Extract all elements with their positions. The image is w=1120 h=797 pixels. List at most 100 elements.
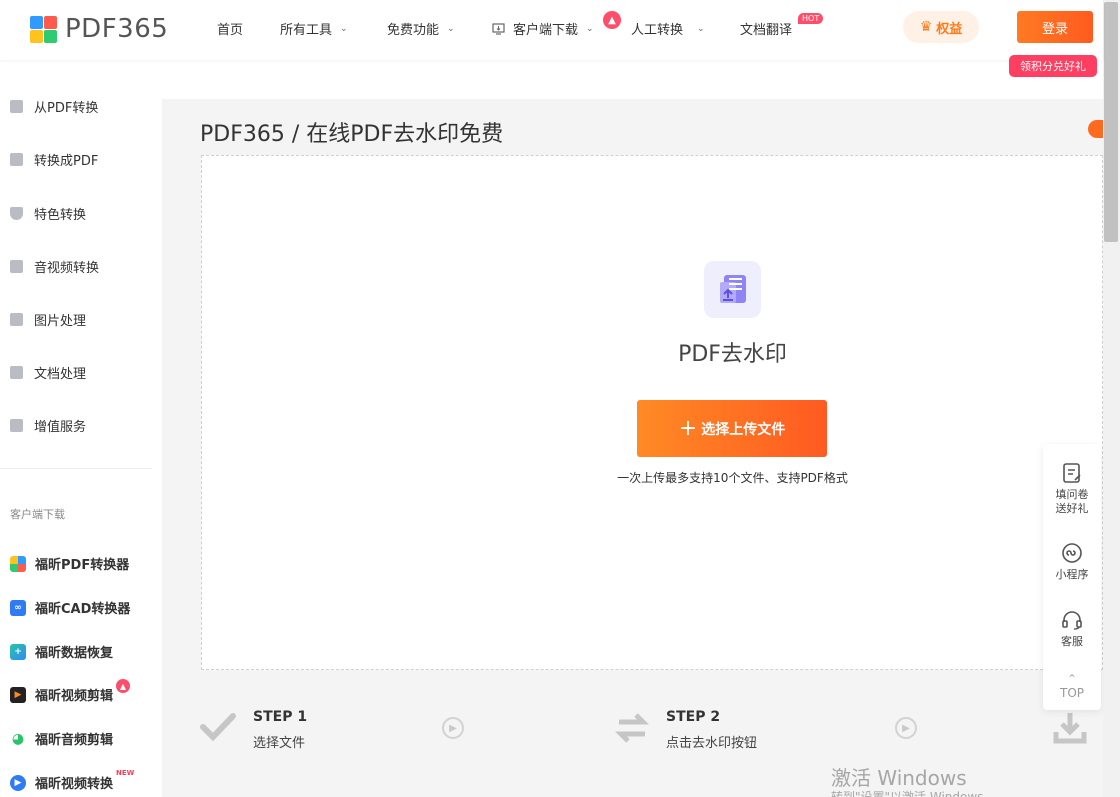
app-label: 福昕CAD转换器 — [35, 602, 131, 617]
nav-free-features-label: 免费功能 — [387, 23, 440, 38]
nav-doc-translate-label: 文档翻译 — [740, 23, 793, 38]
survey-label-1: 填问卷 — [1055, 488, 1089, 501]
step-2-title: STEP 2 — [666, 709, 721, 725]
top-header: PDF365 首页 所有工具 ⌄ 免费功能 ⌄ 客户端下载 ⌄ ▲ 人工转换 ⌄ 文档翻… — [0, 0, 1103, 60]
nav-all-tools[interactable]: 所有工具 ⌄ — [280, 19, 348, 38]
nav-client-download[interactable]: 客户端下载 ⌄ — [492, 19, 594, 38]
app-label: 福昕数据恢复 — [35, 646, 114, 661]
app-pdf-converter[interactable]: 福昕PDF转换器 — [10, 554, 129, 573]
sidebar-item-from-pdf[interactable]: 从PDF转换 — [10, 97, 98, 116]
video-convert-icon: ▶ — [10, 774, 26, 791]
upload-button-label: 选择上传文件 — [701, 421, 786, 438]
back-to-top-button[interactable]: ⌃ TOP — [1043, 672, 1101, 700]
customer-service-button[interactable]: 客服 — [1043, 609, 1101, 649]
upload-hint: 一次上传最多支持10个文件、支持PDF格式 — [617, 471, 848, 485]
app-label: 福昕视频剪辑 — [35, 689, 114, 704]
sidebar-group-title: 客户端下载 — [10, 508, 65, 521]
app-audio-editor[interactable]: ◕ 福昕音频剪辑 — [10, 729, 114, 749]
hot-badge: HOT — [798, 13, 824, 24]
list-icon — [10, 419, 23, 432]
sidebar-item-image[interactable]: 图片处理 — [10, 310, 86, 329]
sidebar-item-label: 从PDF转换 — [34, 101, 99, 116]
step-1-desc: 选择文件 — [253, 736, 306, 751]
step-1-title: STEP 1 — [253, 709, 308, 725]
upload-file-button[interactable]: + 选择上传文件 — [637, 400, 827, 457]
logo[interactable]: PDF365 — [30, 14, 168, 44]
recovery-icon: + — [10, 643, 26, 660]
image-icon — [10, 313, 23, 326]
play-icon: ▶ — [10, 686, 26, 703]
nav-home[interactable]: 首页 — [217, 19, 243, 38]
rights-button[interactable]: ♛ 权益 — [903, 11, 979, 43]
chevron-down-icon: ⌄ — [340, 23, 348, 34]
scrollbar-thumb[interactable] — [1104, 2, 1118, 242]
monitor-icon — [492, 22, 505, 35]
miniprogram-label: 小程序 — [1055, 568, 1089, 581]
sidebar-item-label: 特色转换 — [34, 208, 87, 223]
step-2-desc: 点击去水印按钮 — [666, 736, 758, 751]
sidebar-item-label: 图片处理 — [34, 314, 87, 329]
app-video-editor[interactable]: ▶ 福昕视频剪辑 — [10, 685, 113, 704]
sidebar-item-to-pdf[interactable]: 转换成PDF — [10, 150, 98, 169]
float-panel: 填问卷 送好礼 小程序 客服 ⌃ TOP — [1043, 444, 1101, 710]
nav-manual-convert-label: 人工转换 — [631, 23, 684, 38]
survey-label-2: 送好礼 — [1055, 502, 1089, 515]
os-activation-hint: 转到"设置"以激活 Windows。 — [831, 790, 996, 797]
main-top-band — [162, 60, 1103, 99]
sidebar-divider — [0, 468, 152, 469]
nav-client-download-label: 客户端下载 — [513, 23, 579, 38]
convert-icon — [10, 153, 23, 166]
sidebar-item-label: 增值服务 — [34, 420, 87, 435]
sidebar-item-featured[interactable]: 特色转换 — [10, 204, 86, 223]
app-label: 福昕PDF转换器 — [35, 558, 130, 573]
chevron-down-icon: ⌄ — [586, 23, 594, 34]
sidebar-item-av-convert[interactable]: 音视频转换 — [10, 257, 99, 276]
sidebar: 从PDF转换 转换成PDF 特色转换 音视频转换 图片处理 文档处理 增值服务 … — [0, 60, 162, 797]
logo-icon — [30, 15, 57, 43]
arrow-right-icon: ▶ — [442, 717, 464, 739]
chevron-down-icon: ⌄ — [697, 23, 705, 34]
new-badge: NEW — [116, 769, 135, 777]
survey-icon — [1063, 463, 1081, 483]
convert-icon — [10, 100, 23, 113]
app-cad-converter[interactable]: ∞ 福昕CAD转换器 — [10, 598, 130, 617]
shield-icon — [10, 207, 23, 220]
document-icon — [10, 366, 23, 379]
nav-free-features[interactable]: 免费功能 ⌄ — [387, 19, 455, 38]
page-title: PDF365 / 在线PDF去水印免费 — [200, 122, 504, 147]
sidebar-item-document[interactable]: 文档处理 — [10, 363, 86, 382]
app-video-converter[interactable]: ▶ 福昕视频转换 — [10, 773, 113, 792]
nav-manual-convert[interactable]: 人工转换 ⌄ — [631, 19, 705, 38]
survey-button[interactable]: 填问卷 送好礼 — [1043, 462, 1101, 516]
service-label: 客服 — [1061, 635, 1083, 648]
login-tip[interactable]: 领积分兑好礼 — [1009, 55, 1097, 77]
app-label: 福昕音频剪辑 — [35, 733, 114, 748]
nav-doc-translate[interactable]: 文档翻译 — [740, 19, 792, 38]
app-label: 福昕视频转换 — [35, 777, 114, 792]
app-data-recovery[interactable]: + 福昕数据恢复 — [10, 642, 113, 661]
os-activation-watermark: 激活 Windows — [831, 766, 967, 790]
login-button[interactable]: 登录 — [1017, 11, 1093, 43]
rights-label: 权益 — [936, 21, 963, 37]
flame-icon: ▲ — [603, 11, 621, 29]
nav-home-label: 首页 — [217, 23, 244, 38]
nav-all-tools-label: 所有工具 — [280, 23, 333, 38]
sidebar-item-label: 转换成PDF — [34, 154, 99, 169]
sidebar-item-label: 文档处理 — [34, 367, 87, 382]
video-icon — [10, 260, 23, 273]
side-tab-icon[interactable] — [1088, 120, 1104, 138]
tool-name: PDF去水印 — [678, 342, 787, 367]
checkmark-icon — [200, 713, 236, 742]
sidebar-item-value-added[interactable]: 增值服务 — [10, 416, 86, 435]
swap-icon — [615, 713, 649, 743]
chevron-up-icon: ⌃ — [1066, 672, 1078, 686]
cad-icon: ∞ — [10, 599, 26, 616]
miniprogram-icon — [1062, 543, 1082, 563]
pdf-converter-icon — [10, 555, 26, 572]
page-scrollbar[interactable] — [1103, 0, 1120, 797]
sidebar-item-label: 音视频转换 — [34, 261, 100, 276]
chevron-down-icon: ⌄ — [447, 23, 455, 34]
watermark-remove-icon — [704, 261, 761, 318]
headphones-icon: ◕ — [11, 730, 25, 747]
miniprogram-button[interactable]: 小程序 — [1043, 542, 1101, 582]
